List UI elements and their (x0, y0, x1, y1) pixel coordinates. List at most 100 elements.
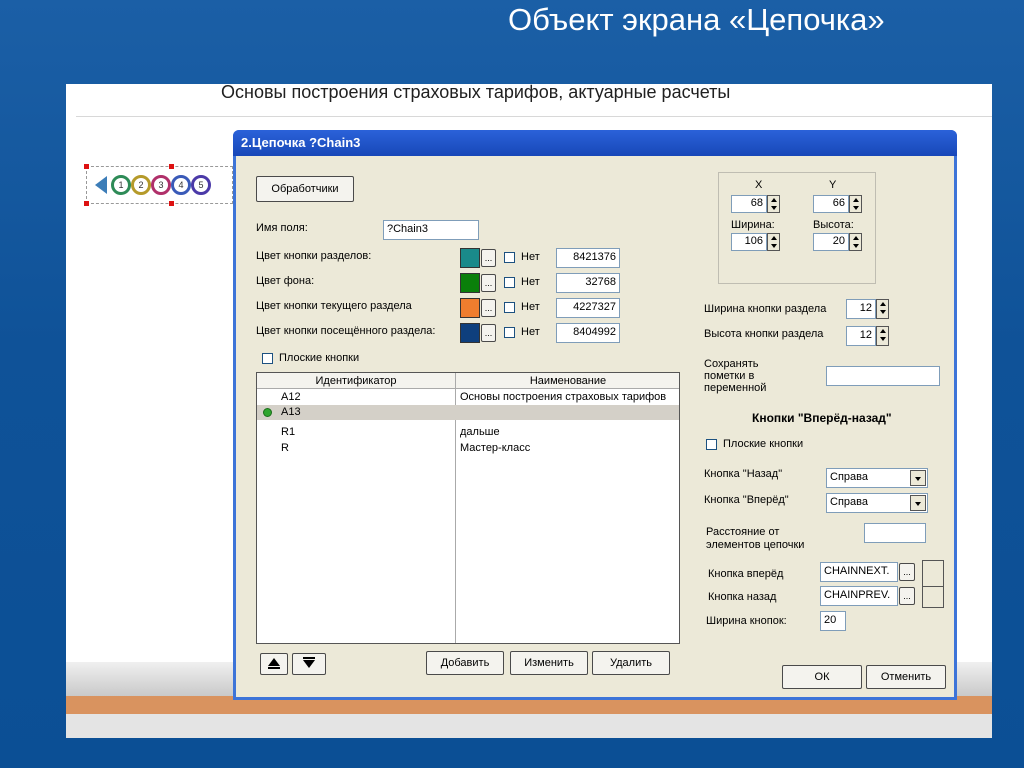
next-button-label: Кнопка вперёд (708, 568, 784, 580)
save-marks-input[interactable] (826, 366, 940, 386)
none-checkbox[interactable] (504, 277, 515, 288)
color-value-input[interactable]: 32768 (556, 273, 620, 293)
table-row[interactable]: A13 (257, 405, 679, 420)
selection-handle[interactable] (84, 201, 89, 206)
column-header-name[interactable]: Наименование (456, 373, 679, 389)
save-marks-label: Сохранять пометки в переменной (704, 358, 767, 394)
chain-item: 2 (131, 175, 151, 195)
table-row[interactable]: R Мастер-класс (257, 441, 679, 456)
selection-handle[interactable] (169, 201, 174, 206)
row-name: Мастер-класс (460, 442, 531, 454)
color-swatch[interactable] (460, 248, 480, 268)
forward-button-label: Кнопка "Вперёд" (704, 494, 789, 506)
none-checkbox[interactable] (504, 327, 515, 338)
row-id: R (281, 442, 289, 454)
width-spinner[interactable] (767, 233, 780, 251)
height-label: Высота: (813, 219, 854, 231)
selection-handle[interactable] (169, 164, 174, 169)
move-up-button[interactable] (260, 653, 288, 675)
prev-button-input[interactable]: CHAINPREV. (820, 586, 898, 606)
handlers-button[interactable]: Обработчики (256, 176, 354, 202)
flat-buttons-checkbox[interactable] (262, 353, 273, 364)
buttons-width-label: Ширина кнопок: (706, 615, 787, 627)
position-group: X Y 68 66 Ширина: Высота: 106 20 (718, 172, 876, 284)
column-header-id[interactable]: Идентификатор (257, 373, 456, 389)
table-row[interactable]: R1 дальше (257, 425, 679, 440)
width-input[interactable]: 106 (731, 233, 767, 251)
color-swatch[interactable] (460, 323, 480, 343)
prev-button-label: Кнопка назад (708, 591, 777, 603)
field-name-input[interactable]: ?Chain3 (383, 220, 479, 240)
chain-preview[interactable]: 1 2 3 4 5 (84, 164, 233, 206)
header-divider (76, 116, 992, 117)
cancel-button[interactable]: Отменить (866, 665, 946, 689)
arrow-up-icon (268, 657, 280, 669)
color-value-input[interactable]: 8404992 (556, 323, 620, 343)
none-label: Нет (521, 301, 540, 313)
next-button-input[interactable]: CHAINNEXT. (820, 562, 898, 582)
color-value-input[interactable]: 8421376 (556, 248, 620, 268)
x-spinner[interactable] (767, 195, 780, 213)
section-height-label: Высота кнопки раздела (704, 328, 824, 340)
section-height-spinner[interactable] (876, 326, 889, 346)
color-picker-button[interactable]: ... (481, 324, 496, 342)
section-width-input[interactable]: 12 (846, 299, 876, 319)
y-input[interactable]: 66 (813, 195, 849, 213)
color-swatch[interactable] (460, 298, 480, 318)
delete-button[interactable]: Удалить (592, 651, 670, 675)
back-position-value: Справа (830, 471, 868, 483)
color-picker-button[interactable]: ... (481, 299, 496, 317)
forward-position-select[interactable]: Справа (826, 493, 928, 513)
none-label: Нет (521, 276, 540, 288)
back-button-label: Кнопка "Назад" (704, 468, 783, 480)
section-height-input[interactable]: 12 (846, 326, 876, 346)
color-swatch[interactable] (460, 273, 480, 293)
back-position-select[interactable]: Справа (826, 468, 928, 488)
prev-browse-button[interactable]: ... (899, 587, 915, 605)
color-picker-button[interactable]: ... (481, 249, 496, 267)
section-width-label: Ширина кнопки раздела (704, 303, 827, 315)
width-label: Ширина: (731, 219, 775, 231)
height-input[interactable]: 20 (813, 233, 849, 251)
none-label: Нет (521, 251, 540, 263)
y-spinner[interactable] (849, 195, 862, 213)
dialog-title: 2.Цепочка ?Chain3 (233, 130, 957, 156)
y-label: Y (829, 179, 837, 191)
edit-button[interactable]: Изменить (510, 651, 588, 675)
selection-handle[interactable] (84, 164, 89, 169)
none-label: Нет (521, 326, 540, 338)
nav-buttons-heading: Кнопки "Вперёд-назад" (752, 411, 892, 425)
next-browse-button[interactable]: ... (899, 563, 915, 581)
nav-flat-checkbox[interactable] (706, 439, 717, 450)
color-label: Цвет кнопки текущего раздела (256, 300, 412, 312)
buttons-width-input[interactable]: 20 (820, 611, 846, 631)
x-input[interactable]: 68 (731, 195, 767, 213)
distance-label: Расстояние от элементов цепочки (706, 526, 805, 551)
x-label: X (755, 179, 763, 191)
distance-input[interactable] (864, 523, 926, 543)
chevron-down-icon[interactable] (910, 495, 926, 511)
prev-image-preview[interactable] (922, 586, 944, 608)
arrow-down-icon (303, 656, 315, 668)
chevron-down-icon[interactable] (910, 470, 926, 486)
none-checkbox[interactable] (504, 252, 515, 263)
add-button[interactable]: Добавить (426, 651, 504, 675)
sections-table[interactable]: Идентификатор Наименование A12 Основы по… (256, 372, 680, 644)
dialog-body: Обработчики Имя поля: ?Chain3 Цвет кнопк… (236, 156, 954, 697)
color-label: Цвет фона: (256, 275, 315, 287)
chain-item: 4 (171, 175, 191, 195)
field-name-label: Имя поля: (256, 222, 308, 234)
row-id: R1 (281, 426, 296, 438)
none-checkbox[interactable] (504, 302, 515, 313)
height-spinner[interactable] (849, 233, 862, 251)
color-picker-button[interactable]: ... (481, 274, 496, 292)
chain-back-arrow-icon (95, 176, 107, 194)
row-id: A13 (281, 406, 301, 418)
ok-button[interactable]: ОК (782, 665, 862, 689)
table-row[interactable]: A12 Основы построения страховых тарифов (257, 390, 679, 405)
color-value-input[interactable]: 4227327 (556, 298, 620, 318)
footer-bottom (66, 714, 992, 738)
chain-dialog: 2.Цепочка ?Chain3 Обработчики Имя поля: … (233, 130, 957, 700)
section-width-spinner[interactable] (876, 299, 889, 319)
move-down-button[interactable] (292, 653, 326, 675)
